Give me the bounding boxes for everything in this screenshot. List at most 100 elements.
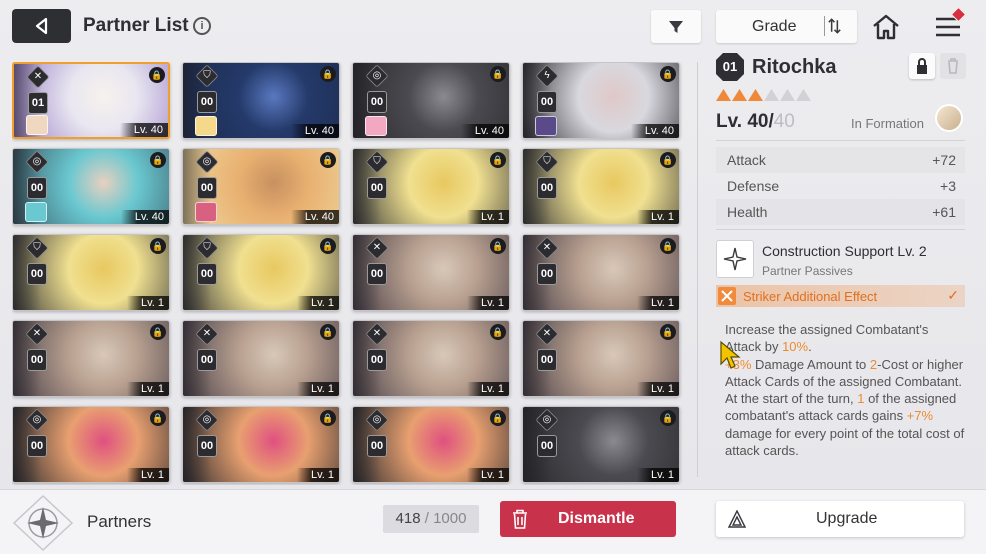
partner-card[interactable]: ✕ 00 🔒 Lv. 1: [12, 320, 170, 397]
partner-number-badge: 01: [716, 53, 744, 81]
combatant-portrait: [195, 116, 217, 136]
stat-value: +72: [932, 152, 956, 168]
trash-icon: [948, 58, 958, 74]
partner-card[interactable]: ◎ 00 🔒 Lv. 1: [352, 406, 510, 483]
partner-card[interactable]: ◎ 00 🔒 Lv. 1: [182, 406, 340, 483]
partner-count: 00: [537, 349, 557, 371]
partner-count: 00: [537, 177, 557, 199]
partner-card[interactable]: ◎ 00 🔒 Lv. 40: [182, 148, 340, 225]
partner-count: 00: [367, 435, 387, 457]
panel-divider: [697, 62, 698, 477]
dismantle-label: Dismantle: [558, 510, 635, 527]
partner-level: Lv. 1: [636, 468, 679, 482]
upgrade-icon: [728, 510, 746, 528]
lock-icon[interactable]: 🔒: [660, 410, 676, 426]
lock-icon[interactable]: 🔒: [320, 238, 336, 254]
striker-effect-bar[interactable]: Striker Additional Effect ✓: [716, 285, 965, 307]
partner-card[interactable]: ◎ 00 🔒 Lv. 1: [12, 406, 170, 483]
partner-level: Lv. 1: [126, 468, 169, 482]
dismantle-button[interactable]: Dismantle: [500, 501, 676, 537]
filter-button[interactable]: [651, 10, 701, 43]
star-filled-icon: [732, 89, 747, 101]
back-button[interactable]: [12, 9, 71, 43]
sparkle-icon: [723, 247, 747, 271]
partner-card[interactable]: ⛉ 00 🔒 Lv. 1: [182, 234, 340, 311]
stat-row-defense: Defense +3: [716, 173, 965, 199]
partner-card[interactable]: ✕ 00 🔒 Lv. 1: [352, 234, 510, 311]
partner-name: Ritochka: [752, 56, 837, 78]
partner-card[interactable]: ✕ 00 🔒 Lv. 1: [182, 320, 340, 397]
info-icon[interactable]: i: [193, 17, 211, 35]
lock-icon[interactable]: 🔒: [150, 410, 166, 426]
partner-card[interactable]: ✕ 00 🔒 Lv. 1: [522, 320, 680, 397]
lock-icon[interactable]: 🔒: [320, 66, 336, 82]
upgrade-label: Upgrade: [816, 510, 878, 527]
formation-avatar[interactable]: [935, 104, 963, 132]
capacity-max: 1000: [433, 510, 467, 527]
partner-card[interactable]: ✕ 01 🔒 Lv. 40: [12, 62, 170, 139]
partner-level: Lv. 1: [296, 468, 339, 482]
lock-icon[interactable]: 🔒: [660, 152, 676, 168]
partner-card[interactable]: ⛉ 00 🔒 Lv. 1: [352, 148, 510, 225]
partner-card[interactable]: ⛉ 00 🔒 Lv. 1: [12, 234, 170, 311]
effect-label: Striker Additional Effect: [743, 289, 878, 304]
partner-level: Lv. 1: [466, 296, 509, 310]
upgrade-button[interactable]: Upgrade: [716, 501, 964, 537]
partner-count: 00: [197, 349, 217, 371]
lock-icon[interactable]: 🔒: [320, 152, 336, 168]
partners-label: Partners: [87, 512, 152, 531]
partner-level: Lv. 1: [466, 468, 509, 482]
lock-button[interactable]: [909, 53, 935, 79]
stat-separator: [716, 229, 965, 230]
partner-count: 00: [537, 91, 557, 113]
lock-icon[interactable]: 🔒: [320, 410, 336, 426]
partner-card[interactable]: ✕ 00 🔒 Lv. 1: [352, 320, 510, 397]
partner-card[interactable]: ⛉ 00 🔒 Lv. 1: [522, 148, 680, 225]
skill-icon[interactable]: [716, 240, 754, 278]
partner-level: Lv. 1: [296, 382, 339, 396]
lock-icon[interactable]: 🔒: [490, 238, 506, 254]
trash-icon: [513, 509, 527, 529]
partner-card[interactable]: ⛉ 00 🔒 Lv. 40: [182, 62, 340, 139]
combatant-portrait: [535, 116, 557, 136]
partner-card[interactable]: ◎ 00 🔒 Lv. 40: [352, 62, 510, 139]
lock-icon[interactable]: 🔒: [490, 152, 506, 168]
partner-level: Lv. 40: [290, 210, 339, 224]
capacity-current: 418: [395, 510, 421, 527]
delete-button[interactable]: [940, 53, 966, 79]
star-empty-icon: [764, 89, 779, 101]
filter-icon: [669, 20, 683, 33]
check-icon: ✓: [947, 287, 959, 303]
formation-label: In Formation: [851, 116, 924, 131]
lock-icon[interactable]: 🔒: [150, 324, 166, 340]
lock-icon[interactable]: 🔒: [150, 238, 166, 254]
lock-icon[interactable]: 🔒: [660, 66, 676, 82]
partner-count: 00: [197, 177, 217, 199]
lock-icon[interactable]: 🔒: [490, 324, 506, 340]
lock-icon[interactable]: 🔒: [150, 152, 166, 168]
sort-grade-button[interactable]: Grade: [716, 10, 857, 43]
sort-order-icon[interactable]: [824, 16, 844, 36]
partner-card[interactable]: ◎ 00 🔒 Lv. 40: [12, 148, 170, 225]
partner-card[interactable]: ϟ 00 🔒 Lv. 40: [522, 62, 680, 139]
home-icon[interactable]: [870, 11, 902, 43]
skill-description: Increase the assigned Combatant's Attack…: [725, 322, 965, 459]
skill-name: Construction Support Lv. 2: [762, 243, 927, 259]
lock-icon[interactable]: 🔒: [490, 410, 506, 426]
stat-name: Attack: [727, 152, 766, 168]
partner-count: 00: [537, 435, 557, 457]
partner-card[interactable]: ◎ 00 🔒 Lv. 1: [522, 406, 680, 483]
stat-row-health: Health +61: [716, 199, 965, 225]
lock-icon[interactable]: 🔒: [660, 324, 676, 340]
partner-level: Lv. 1: [126, 296, 169, 310]
skill-category: Partner Passives: [762, 264, 853, 278]
lock-icon[interactable]: 🔒: [320, 324, 336, 340]
lock-icon[interactable]: 🔒: [660, 238, 676, 254]
lock-icon[interactable]: 🔒: [490, 66, 506, 82]
partner-level: Lv. 1: [636, 296, 679, 310]
partner-card[interactable]: ✕ 00 🔒 Lv. 1: [522, 234, 680, 311]
partner-count: 00: [537, 263, 557, 285]
partner-count: 00: [197, 263, 217, 285]
lock-icon[interactable]: 🔒: [149, 67, 165, 83]
partner-capacity: 418 / 1000: [383, 505, 479, 533]
